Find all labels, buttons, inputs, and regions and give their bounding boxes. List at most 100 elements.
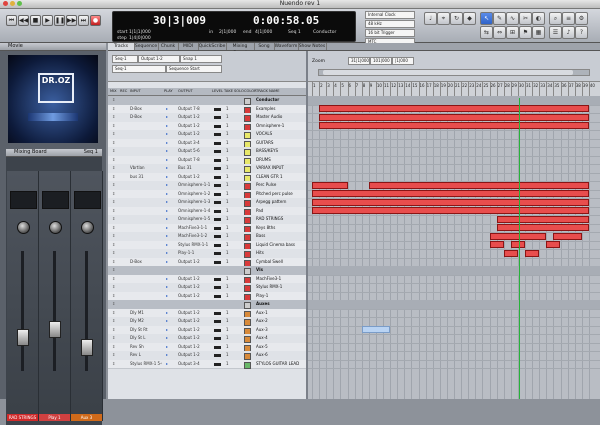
chunk-icon[interactable]: ☰ xyxy=(549,26,562,39)
track-input[interactable]: Dly M2 xyxy=(130,317,162,326)
record-button[interactable]: ● xyxy=(90,15,101,26)
track-name[interactable]: Cymbal Swell xyxy=(256,258,306,267)
in-value[interactable]: 2|1|000 xyxy=(219,30,236,35)
track-output[interactable]: Output 5-6 xyxy=(178,147,211,156)
mix-toggle[interactable]: ⇕ xyxy=(112,181,115,190)
mix-toggle[interactable]: ⇕ xyxy=(112,249,115,258)
play-enable-icon[interactable]: ▸ xyxy=(166,147,168,156)
sequence-part[interactable] xyxy=(312,198,589,206)
trim-tool-icon[interactable]: ⇔ xyxy=(493,26,506,39)
fast-forward-button[interactable]: ▶▶ xyxy=(66,15,77,26)
track-output[interactable]: Output 1-2 xyxy=(178,113,211,122)
loop-icon[interactable]: ↻ xyxy=(450,12,463,25)
punch-icon[interactable]: ⌖ xyxy=(437,12,450,25)
track-name[interactable]: Conductor xyxy=(256,96,306,105)
take-number[interactable]: 1 xyxy=(226,351,229,360)
play-enable-icon[interactable]: ▸ xyxy=(166,156,168,165)
take-number[interactable]: 1 xyxy=(226,105,229,114)
horizontal-scrollbar[interactable] xyxy=(318,69,590,76)
take-number[interactable]: 1 xyxy=(226,309,229,318)
play-enable-icon[interactable]: ▸ xyxy=(166,113,168,122)
start-value[interactable]: 1|1|1|000 xyxy=(129,30,151,35)
sequence-part[interactable] xyxy=(496,215,589,223)
tab-tracks[interactable]: Tracks xyxy=(108,43,135,50)
track-input[interactable]: D-Box xyxy=(130,113,162,122)
take-number[interactable]: 1 xyxy=(226,130,229,139)
zoom-tool-icon[interactable]: ⌕ xyxy=(549,12,562,25)
play-enable-icon[interactable]: ▸ xyxy=(166,181,168,190)
sequence-part[interactable] xyxy=(319,113,589,121)
snap-selector[interactable]: Snap 1 xyxy=(180,55,222,63)
take-number[interactable]: 1 xyxy=(226,207,229,216)
sequence-part[interactable] xyxy=(503,249,518,257)
track-input[interactable]: Dly M1 xyxy=(130,309,162,318)
take-number[interactable]: 1 xyxy=(226,113,229,122)
track-name[interactable]: Hits xyxy=(256,249,306,258)
insert-slot[interactable] xyxy=(10,191,37,209)
play-enable-icon[interactable]: ▸ xyxy=(166,207,168,216)
play-enable-icon[interactable]: ▸ xyxy=(166,224,168,233)
track-name[interactable]: Arpegg pattern xyxy=(256,198,306,207)
play-enable-icon[interactable]: ▸ xyxy=(166,232,168,241)
play-enable-icon[interactable]: ▸ xyxy=(166,198,168,207)
take-number[interactable]: 1 xyxy=(226,122,229,131)
take-number[interactable]: 1 xyxy=(226,215,229,224)
track-name[interactable]: Play-1 xyxy=(256,292,306,301)
mix-toggle[interactable]: ⇕ xyxy=(112,139,115,148)
cursor-field[interactable]: 31|1|000 xyxy=(348,57,370,65)
sequence-part[interactable] xyxy=(510,241,525,248)
track-output[interactable]: Omnisphere-1-5 xyxy=(178,215,211,224)
grid-icon[interactable]: ▦ xyxy=(532,26,545,39)
mix-toggle[interactable]: ⇕ xyxy=(112,317,115,326)
track-name[interactable]: Aux-3 xyxy=(256,326,306,335)
track-input[interactable]: Vbrtlan xyxy=(130,164,162,173)
volume-fader[interactable] xyxy=(17,329,29,346)
settings-icon[interactable]: ⚙ xyxy=(575,12,588,25)
track-name[interactable]: VARIAX INPUT xyxy=(256,164,306,173)
take-number[interactable]: 1 xyxy=(226,224,229,233)
play-enable-icon[interactable]: ▸ xyxy=(166,122,168,131)
play-enable-icon[interactable]: ▸ xyxy=(166,317,168,326)
track-name[interactable]: Aux-5 xyxy=(256,343,306,352)
sequence-part[interactable] xyxy=(489,241,504,248)
track-name[interactable]: Keys 8ths xyxy=(256,224,306,233)
play-enable-icon[interactable]: ▸ xyxy=(166,292,168,301)
take-number[interactable]: 1 xyxy=(226,334,229,343)
mix-toggle[interactable]: ⇕ xyxy=(112,113,115,122)
play-enable-icon[interactable]: ▸ xyxy=(166,343,168,352)
sequence-menu[interactable]: Seq 1 xyxy=(288,30,301,35)
track-name[interactable]: Bass xyxy=(256,232,306,241)
playhead-cursor[interactable] xyxy=(519,98,521,399)
play-button[interactable]: ▶ xyxy=(42,15,53,26)
tab-sequence[interactable]: Sequence xyxy=(134,43,159,50)
mix-toggle[interactable]: ⇕ xyxy=(112,130,115,139)
take-number[interactable]: 1 xyxy=(226,241,229,250)
track-input[interactable]: D-Box xyxy=(130,258,162,267)
track-output[interactable]: Output 1-2 xyxy=(178,122,211,131)
track-input[interactable]: Rev L xyxy=(130,351,162,360)
track-name[interactable]: Auxes xyxy=(256,300,306,309)
track-name[interactable]: VOCALS xyxy=(256,130,306,139)
track-input[interactable]: Rev Sh xyxy=(130,343,162,352)
mixer-icon[interactable]: ≡ xyxy=(562,12,575,25)
track-color-swatch[interactable] xyxy=(244,361,251,369)
track-name[interactable]: MachFive3-1 xyxy=(256,275,306,284)
track-name[interactable]: DRUMS xyxy=(256,156,306,165)
track-output[interactable]: Omnisphere-1-4 xyxy=(178,207,211,216)
track-output[interactable]: Output 1-2 xyxy=(178,173,211,182)
track-output[interactable]: Output 3-4 xyxy=(178,360,211,369)
sync-option[interactable]: Internal Clock xyxy=(365,11,415,19)
track-name[interactable]: Aux-2 xyxy=(256,317,306,326)
track-output[interactable]: Omnisphere-1-2 xyxy=(178,190,211,199)
take-number[interactable]: 1 xyxy=(226,147,229,156)
sequence-part[interactable] xyxy=(496,224,589,231)
volume-fader[interactable] xyxy=(81,339,93,356)
track-output[interactable]: MachFive3-1-1 xyxy=(178,224,211,233)
play-enable-icon[interactable]: ▸ xyxy=(166,190,168,199)
mix-toggle[interactable]: ⇕ xyxy=(112,173,115,182)
track-name[interactable]: Stylus RMX-1 xyxy=(256,283,306,292)
track-name[interactable]: RAD STRINGS xyxy=(256,215,306,224)
tab-show-notes[interactable]: Show Notes xyxy=(298,43,327,50)
track-output[interactable]: Output 1-2 xyxy=(178,317,211,326)
reshape-tool-icon[interactable]: ∿ xyxy=(506,12,519,25)
